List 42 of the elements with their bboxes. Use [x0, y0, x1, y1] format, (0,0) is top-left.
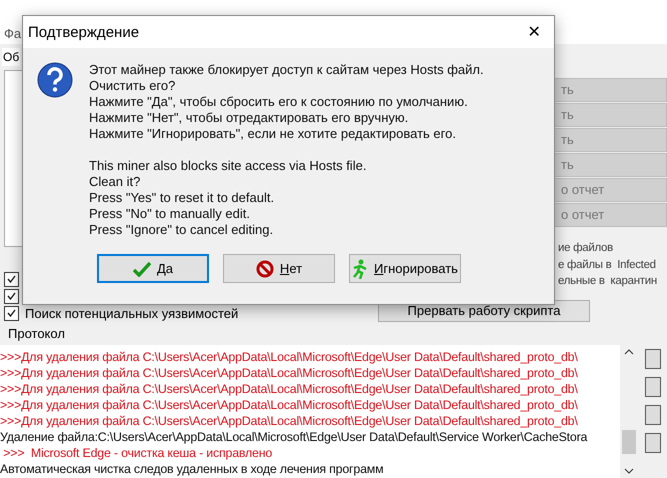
- toolbar-icon[interactable]: [644, 349, 660, 369]
- checkbox[interactable]: [4, 306, 19, 320]
- toolbar-icon[interactable]: [644, 433, 660, 453]
- log-line: >>>Для удаления файла C:\Users\Acer\AppData\Local\Microsoft\Edge\User Data\Default\shared_proto_db\: [0, 413, 579, 429]
- message-line: Очистить его?: [89, 78, 176, 94]
- dialog-button[interactable]: Игнорировать: [349, 254, 461, 283]
- log-title: Протокол: [7, 325, 66, 343]
- log-line: Удаление файла:C:\Users\Acer\AppData\Local\Microsoft\Edge\User Data\Default\Service Worker\CacheStora: [0, 429, 588, 445]
- log-line: Автоматическая чистка следов удаленных в ходе лечения программ: [0, 461, 384, 477]
- checkbox[interactable]: [4, 272, 19, 286]
- option-label: ельные в карантин: [558, 275, 658, 290]
- message-line: Этот майнер также блокирует доступ к сайтам через Hosts файл.: [89, 62, 484, 78]
- dialog-button[interactable]: Нет: [223, 254, 335, 283]
- message-line: Press "Yes" to reset it to default.: [89, 190, 276, 206]
- option-label: е файлы в Infected: [558, 258, 657, 273]
- tab[interactable]: Об: [2, 48, 20, 66]
- toolbar-icon[interactable]: [644, 377, 660, 397]
- toolbar-icon[interactable]: [644, 405, 660, 425]
- option-label: ие файлов: [558, 242, 614, 256]
- menu-item[interactable]: Фа: [4, 26, 22, 40]
- dialog-button[interactable]: Да: [97, 254, 209, 283]
- log-line: >>>Для удаления файла C:\Users\Acer\AppData\Local\Microsoft\Edge\User Data\Default\shared_proto_db\: [0, 365, 579, 381]
- checkbox-label: Поиск потенциальных уязвимостей: [25, 306, 238, 320]
- message-line: Нажмите "Да", чтобы сбросить его к состоянию по умолчанию.: [89, 94, 469, 110]
- prohibited-icon: [256, 260, 274, 278]
- log-line: >>>Для удаления файла C:\Users\Acer\AppData\Local\Microsoft\Edge\User Data\Default\shared_proto_db\: [0, 397, 579, 413]
- message-line: Press "No" to manually edit.: [89, 206, 251, 222]
- message-line: Нажмите "Нет", чтобы отредактировать его вручную.: [89, 110, 410, 126]
- message-line: Clean it?: [89, 174, 142, 190]
- check-icon: [132, 260, 151, 276]
- close-button[interactable]: ✕: [514, 17, 554, 47]
- log-line: >>>Для удаления файла C:\Users\Acer\AppData\Local\Microsoft\Edge\User Data\Default\shared_proto_db\: [0, 381, 579, 397]
- checkbox[interactable]: [4, 288, 19, 304]
- message-line: Press "Ignore" to cancel editing.: [89, 222, 274, 238]
- scrollbar-thumb[interactable]: [622, 430, 636, 454]
- message-line: This miner also blocks site access via Hosts file.: [89, 158, 368, 174]
- log-line: >>> Microsoft Edge - очистка кеша - исправлено: [2, 445, 274, 461]
- question-icon: [37, 62, 73, 98]
- message-line: Нажмите "Игнорировать", если не хотите редактировать его.: [89, 126, 457, 142]
- log-line: >>>Для удаления файла C:\Users\Acer\AppData\Local\Microsoft\Edge\User Data\Default\shared_proto_db\: [0, 349, 579, 365]
- running-figure-icon: [352, 258, 368, 278]
- dialog-title: Подтверждение: [28, 24, 140, 40]
